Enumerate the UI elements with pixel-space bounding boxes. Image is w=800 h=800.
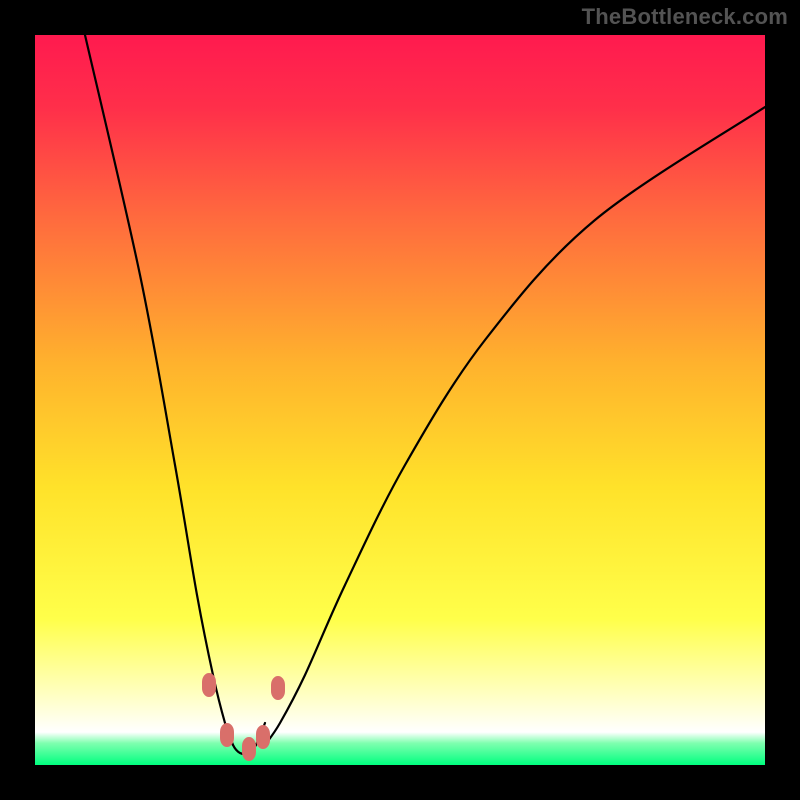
background-gradient xyxy=(35,35,765,765)
watermark-text: TheBottleneck.com xyxy=(582,4,788,30)
plot-area xyxy=(35,35,765,765)
chart-frame: TheBottleneck.com xyxy=(0,0,800,800)
